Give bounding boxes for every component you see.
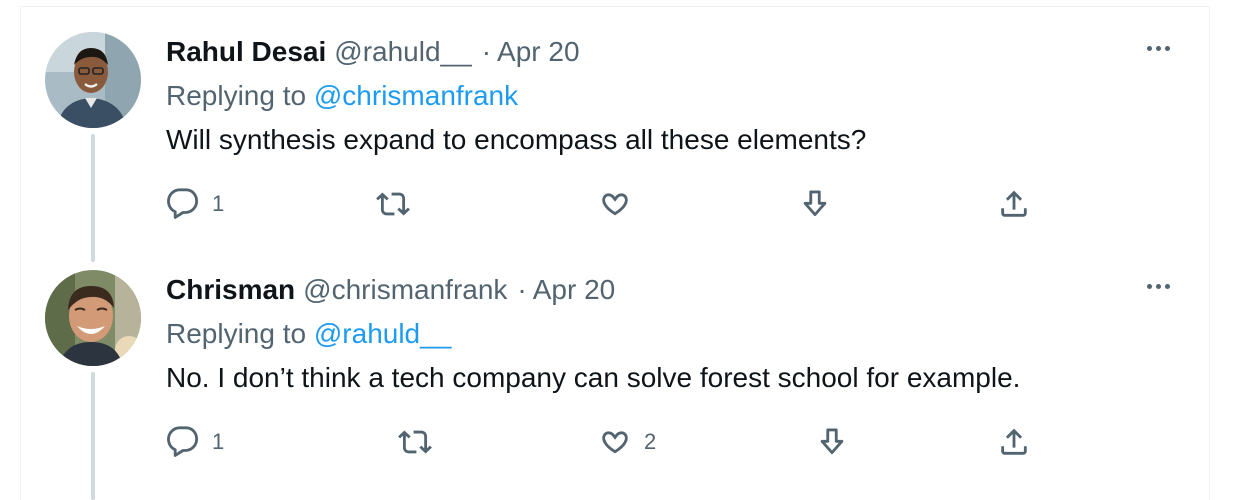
tweet[interactable]: Chrisman @chrismanfrank · Apr 20 Replyin…: [20, 270, 1210, 470]
tweet-header: Rahul Desai @rahuld__ · Apr 20: [166, 32, 580, 72]
reply-button[interactable]: 1: [166, 187, 224, 221]
heart-icon: [602, 193, 628, 216]
avatar[interactable]: [45, 32, 141, 128]
replying-prefix: Replying to: [166, 80, 307, 111]
arrow-down-icon: [803, 190, 827, 217]
share-button[interactable]: [997, 425, 1031, 459]
more-icon: [1146, 45, 1152, 51]
more-icon-dot: [1164, 283, 1170, 289]
share-button[interactable]: [997, 187, 1031, 221]
more-icon: [1146, 283, 1152, 289]
replying-to: Replying to @rahuld__: [166, 314, 451, 354]
separator-dot: ·: [517, 274, 527, 305]
more-icon-dot: [1155, 45, 1161, 51]
replying-prefix: Replying to: [166, 318, 307, 349]
avatar[interactable]: [45, 270, 141, 366]
tweet[interactable]: Rahul Desai @rahuld__ · Apr 20 Replying …: [20, 32, 1210, 222]
reply-icon: [167, 426, 199, 457]
reply-count: 1: [212, 191, 225, 216]
more-options-button[interactable]: [1138, 268, 1178, 304]
downvote-button[interactable]: [815, 425, 849, 459]
author-handle[interactable]: @chrismanfrank: [303, 270, 507, 310]
retweet-icon: [376, 192, 410, 216]
avatar-image: [45, 270, 141, 366]
heart-icon: [602, 431, 628, 454]
replying-to-link[interactable]: @chrismanfrank: [314, 80, 518, 111]
share-icon: [1001, 190, 1027, 217]
tweet-text: No. I don’t think a tech company can sol…: [166, 362, 1021, 393]
retweet-button[interactable]: [398, 425, 444, 459]
avatar-image: [45, 32, 141, 128]
author-handle[interactable]: @rahuld__: [334, 32, 471, 72]
reply-icon: [167, 188, 199, 219]
share-icon: [1001, 428, 1027, 455]
like-button[interactable]: [598, 187, 644, 221]
reply-count: 1: [212, 429, 225, 454]
retweet-icon: [398, 430, 432, 454]
more-icon-dot: [1155, 283, 1161, 289]
arrow-down-icon: [820, 428, 844, 455]
separator-dot: ·: [481, 36, 492, 67]
more-options-button[interactable]: [1138, 30, 1178, 66]
reply-button[interactable]: 1: [166, 425, 224, 459]
like-button[interactable]: 2: [598, 425, 656, 459]
more-icon-dot: [1164, 45, 1170, 51]
tweet-text: Will synthesis expand to encompass all t…: [166, 124, 867, 155]
retweet-button[interactable]: [376, 187, 422, 221]
card-border: [20, 6, 1210, 7]
author-name[interactable]: Rahul Desai: [166, 32, 326, 72]
replying-to: Replying to @chrismanfrank: [166, 76, 518, 116]
replying-to-link[interactable]: @rahuld__: [314, 318, 451, 349]
author-name[interactable]: Chrisman: [166, 270, 295, 310]
downvote-button[interactable]: [798, 187, 832, 221]
tweet-date[interactable]: Apr 20: [497, 32, 580, 72]
tweet-header: Chrisman @chrismanfrank · Apr 20: [166, 270, 615, 310]
tweet-date[interactable]: Apr 20: [533, 270, 616, 310]
like-count: 2: [644, 429, 657, 454]
